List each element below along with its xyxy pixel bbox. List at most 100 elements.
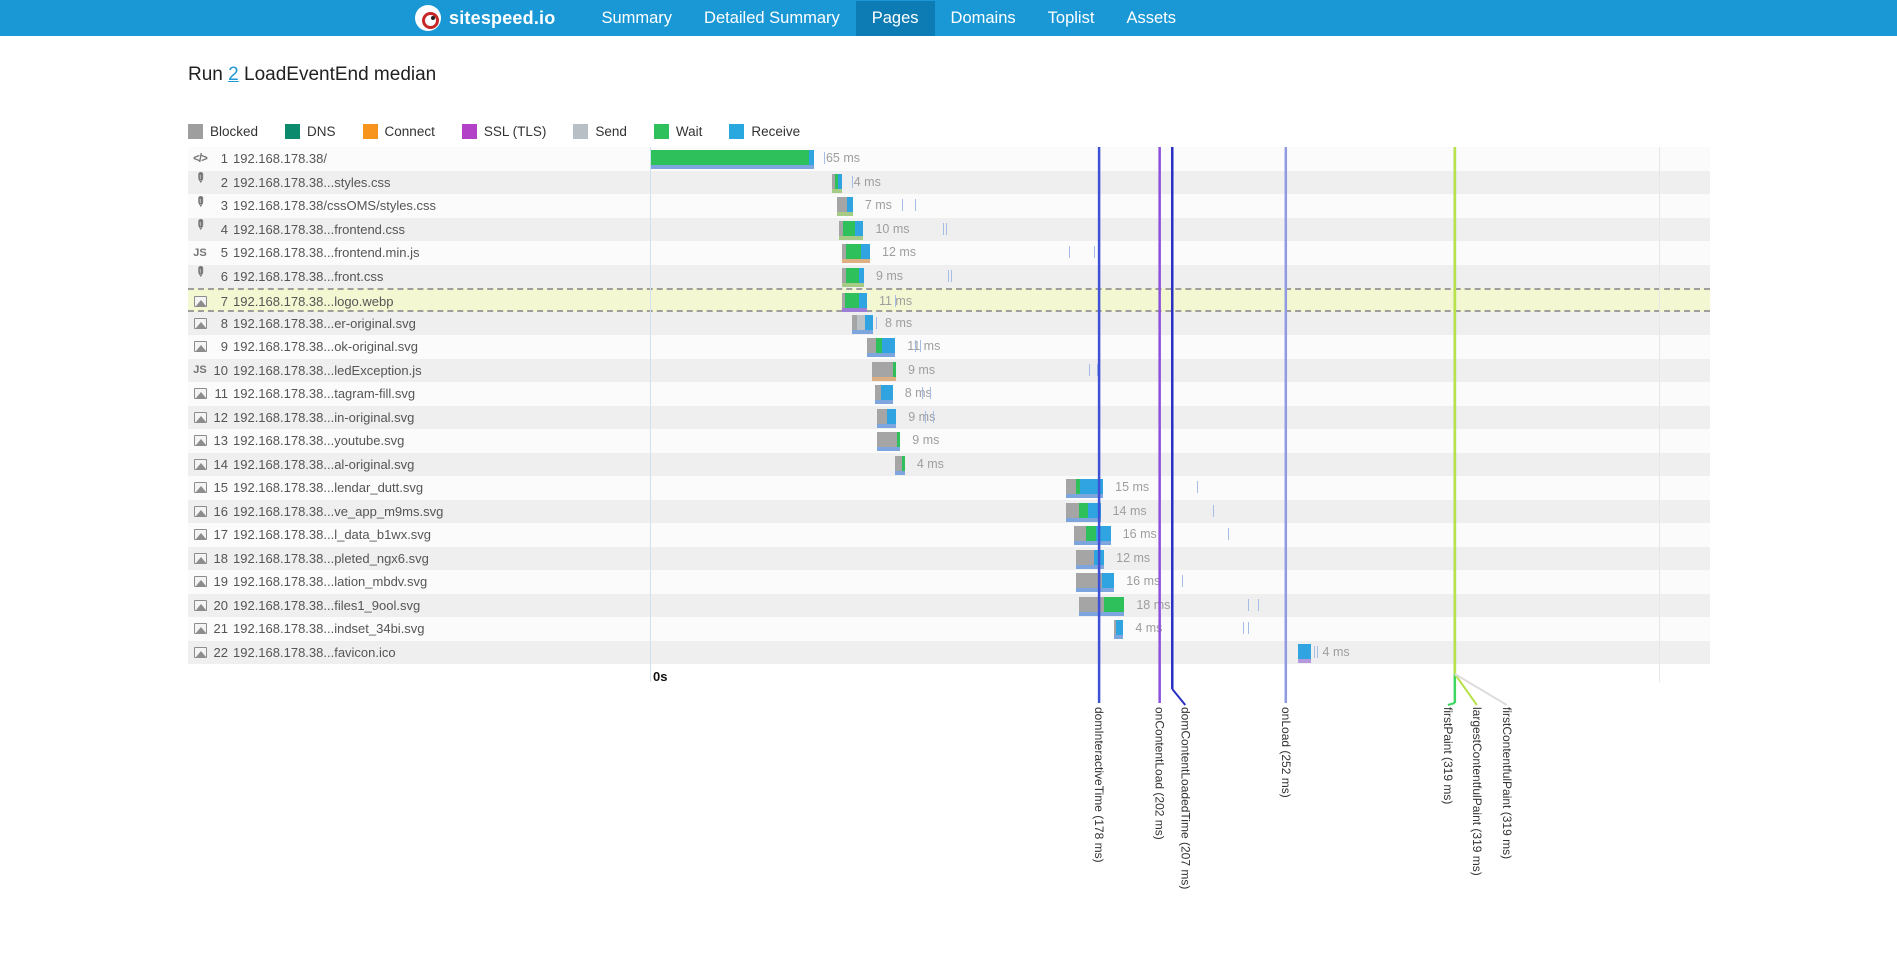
- request-row[interactable]: ✏2192.168.178.38...styles.css4 ms: [188, 171, 1710, 195]
- timing-bar[interactable]: [1114, 620, 1123, 635]
- timing-tick: [1197, 481, 1198, 493]
- request-row[interactable]: 11192.168.178.38...tagram-fill.svg8 ms: [188, 382, 1710, 406]
- phase-wait-segment: [846, 268, 859, 283]
- page-title: Run 2 LoadEventEnd median: [188, 64, 1897, 86]
- duration-label: 12 ms: [1116, 547, 1150, 571]
- timing-tick: [915, 340, 916, 352]
- timing-bar[interactable]: [842, 293, 867, 308]
- sitespeedio-logo-icon: [415, 5, 441, 31]
- content-type-underline: [1074, 541, 1111, 545]
- request-url: 192.168.178.38...files1_9ool.svg: [233, 598, 420, 613]
- request-row[interactable]: 17192.168.178.38...l_data_b1wx.svg16 ms: [188, 523, 1710, 547]
- timing-bar[interactable]: [1066, 503, 1100, 518]
- timing-bar[interactable]: [842, 244, 870, 259]
- legend-item-connect: Connect: [363, 124, 435, 139]
- request-row[interactable]: 20192.168.178.38...files1_9ool.svg18 ms: [188, 594, 1710, 618]
- phase-blocked-segment: [867, 338, 876, 353]
- phase-wait-segment: [650, 150, 809, 165]
- timing-bar[interactable]: [842, 268, 864, 283]
- timing-bar[interactable]: [1076, 550, 1104, 565]
- nav-item-toplist[interactable]: Toplist: [1032, 1, 1111, 36]
- timing-bar[interactable]: [867, 338, 895, 353]
- timing-tick: [902, 199, 903, 211]
- timing-tick: [951, 270, 952, 282]
- request-number: 3: [210, 198, 228, 213]
- legend-label: Wait: [676, 124, 703, 139]
- timing-bar[interactable]: [875, 385, 893, 400]
- request-number: 16: [210, 504, 228, 519]
- timing-bar[interactable]: [837, 197, 853, 212]
- content-type-underline: [842, 259, 870, 263]
- request-row[interactable]: ✏6192.168.178.38...front.css9 ms: [188, 265, 1710, 289]
- request-row[interactable]: 19192.168.178.38...lation_mbdv.svg16 ms: [188, 570, 1710, 594]
- image-glyph: [194, 341, 207, 352]
- request-url: 192.168.178.38...frontend.css: [233, 222, 405, 237]
- request-row[interactable]: 8192.168.178.38...er-original.svg8 ms: [188, 312, 1710, 336]
- request-row[interactable]: ✏3192.168.178.38/cssOMS/styles.css7 ms: [188, 194, 1710, 218]
- nav-item-pages[interactable]: Pages: [856, 1, 935, 36]
- timing-tick: [1089, 364, 1090, 376]
- request-row[interactable]: </>1192.168.178.38/65 ms: [188, 147, 1710, 171]
- request-row[interactable]: 14192.168.178.38...al-original.svg4 ms: [188, 453, 1710, 477]
- timing-bar[interactable]: [1079, 597, 1124, 612]
- request-label: 8192.168.178.38...er-original.svg: [190, 312, 416, 336]
- request-row[interactable]: JS5192.168.178.38...frontend.min.js12 ms: [188, 241, 1710, 265]
- timing-bar[interactable]: [839, 221, 863, 236]
- timing-bar[interactable]: [1074, 526, 1111, 541]
- timing-bar[interactable]: [1066, 479, 1103, 494]
- request-number: 12: [210, 410, 228, 425]
- request-row[interactable]: 15192.168.178.38...lendar_dutt.svg 15 ms: [188, 476, 1710, 500]
- asset-type-img-icon: [190, 459, 210, 470]
- content-type-underline: [1298, 659, 1310, 663]
- image-glyph: [194, 529, 207, 540]
- timing-bar[interactable]: [1298, 644, 1310, 659]
- timing-bar[interactable]: [877, 432, 900, 447]
- legend-swatch-icon: [729, 124, 744, 139]
- nav-item-assets[interactable]: Assets: [1110, 1, 1192, 36]
- asset-type-img-icon: [190, 600, 210, 611]
- phase-wait-segment: [1104, 597, 1124, 612]
- request-number: 22: [210, 645, 228, 660]
- timing-bar[interactable]: [832, 174, 842, 189]
- request-row[interactable]: 12192.168.178.38...in-original.svg9 ms: [188, 406, 1710, 430]
- nav-item-detailed-summary[interactable]: Detailed Summary: [688, 1, 856, 36]
- timing-tick: [1248, 622, 1249, 634]
- asset-type-html-icon: </>: [190, 153, 210, 165]
- request-row[interactable]: JS10192.168.178.38...ledException.js9 ms: [188, 359, 1710, 383]
- asset-type-img-icon: [190, 296, 210, 307]
- request-label: 17192.168.178.38...l_data_b1wx.svg: [190, 523, 431, 547]
- request-url: 192.168.178.38...youtube.svg: [233, 433, 404, 448]
- phase-blocked-segment: [1076, 573, 1101, 588]
- duration-label: 15 ms: [1115, 476, 1149, 500]
- request-row[interactable]: 18192.168.178.38...pleted_ngx6.svg 12 ms: [188, 547, 1710, 571]
- phase-receive-segment: [1096, 526, 1111, 541]
- request-label: 20192.168.178.38...files1_9ool.svg: [190, 594, 420, 618]
- timing-bar[interactable]: [872, 362, 896, 377]
- duration-label: 9 ms: [912, 429, 939, 453]
- timing-bar[interactable]: [895, 456, 905, 471]
- request-label: 15192.168.178.38...lendar_dutt.svg: [190, 476, 423, 500]
- request-number: 6: [210, 269, 228, 284]
- request-row[interactable]: 7192.168.178.38...logo.webp11 ms: [188, 288, 1710, 312]
- nav-item-summary[interactable]: Summary: [585, 1, 688, 36]
- request-row[interactable]: 9192.168.178.38...ok-original.svg11 ms: [188, 335, 1710, 359]
- asset-type-img-icon: [190, 482, 210, 493]
- brand[interactable]: sitespeed.io: [415, 5, 555, 31]
- request-row[interactable]: 22192.168.178.38...favicon.ico4 ms: [188, 641, 1710, 665]
- request-label: 18192.168.178.38...pleted_ngx6.svg: [190, 547, 429, 571]
- timing-bar[interactable]: [877, 409, 896, 424]
- run-number-link[interactable]: 2: [228, 64, 239, 85]
- legend-label: Receive: [751, 124, 800, 139]
- request-row[interactable]: ✏4192.168.178.38...frontend.css10 ms: [188, 218, 1710, 242]
- request-number: 4: [210, 222, 228, 237]
- nav-item-domains[interactable]: Domains: [935, 1, 1032, 36]
- timing-bar[interactable]: [852, 315, 873, 330]
- request-row[interactable]: 16192.168.178.38...ve_app_m9ms.svg14 ms: [188, 500, 1710, 524]
- timing-bar[interactable]: [1076, 573, 1114, 588]
- request-row[interactable]: 13192.168.178.38...youtube.svg9 ms: [188, 429, 1710, 453]
- request-row[interactable]: 21192.168.178.38...indset_34bi.svg4 ms: [188, 617, 1710, 641]
- phase-receive-segment: [847, 197, 853, 212]
- timing-bar[interactable]: [650, 150, 814, 165]
- request-label: ✏4192.168.178.38...frontend.css: [190, 218, 405, 242]
- request-url: 192.168.178.38...favicon.ico: [233, 645, 396, 660]
